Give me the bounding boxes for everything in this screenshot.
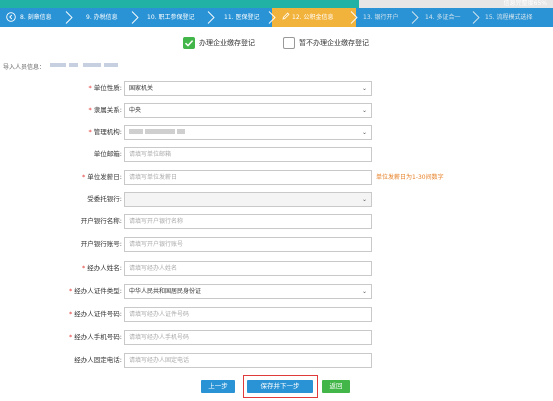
chevron-right-icon xyxy=(472,11,480,24)
affiliation-select[interactable]: 中央 ⌄ xyxy=(124,103,372,118)
bank-account-label: 开户银行账号: xyxy=(80,240,122,248)
unit-nature-label: 单位性质: xyxy=(93,84,122,92)
step-bank-account[interactable]: 13. 银行开户 xyxy=(363,8,398,27)
register-option-label[interactable]: 办理企业缴存登记 xyxy=(199,37,255,49)
operator-name-label: 经办人姓名: xyxy=(87,264,122,272)
row-unit-nature: * 单位性质: 国家机关 ⌄ xyxy=(0,81,553,96)
row-bank-account: 开户银行账号: 请填写开户银行账号 xyxy=(0,237,553,252)
operator-phone-input[interactable]: 请填写经办人固定电话 xyxy=(124,353,372,368)
unit-email-input[interactable]: 请填写单位邮箱 xyxy=(124,147,372,162)
register-checkbox[interactable] xyxy=(183,37,195,49)
chevron-right-icon xyxy=(131,11,139,24)
row-payday: * 单位发薪日: 请填写单位发薪日 单位发薪日为1-30间数字 xyxy=(0,170,553,185)
step-medical-insurance[interactable]: 11. 医保登记 xyxy=(224,8,259,27)
operator-name-input[interactable]: 请填写经办人姓名 xyxy=(124,261,372,276)
trust-bank-label: 受委托银行: xyxy=(87,195,122,203)
chevron-down-icon: ⌄ xyxy=(361,288,367,295)
payday-input[interactable]: 请填写单位发薪日 xyxy=(124,170,372,185)
bank-name-input[interactable]: 请填写开户银行名称 xyxy=(124,214,372,229)
step-employee-insurance[interactable]: 10. 职工参保登记 xyxy=(147,8,194,27)
affiliation-label: 隶属关系: xyxy=(93,106,122,114)
chevron-right-icon xyxy=(268,11,276,24)
row-bank-name: 开户银行名称: 请填写开户银行名称 xyxy=(0,214,553,229)
bank-name-label: 开户银行名称: xyxy=(80,217,122,225)
row-affiliation: * 隶属关系: 中央 ⌄ xyxy=(0,103,553,118)
edit-icon xyxy=(282,12,290,20)
redacted-text xyxy=(83,63,101,67)
row-unit-email: 单位邮箱: 请填写单位邮箱 xyxy=(0,147,553,162)
operator-id-no-label: 经办人证件号码: xyxy=(74,310,122,318)
chevron-right-icon xyxy=(65,11,73,24)
progress-fill xyxy=(0,0,360,8)
row-operator-mobile: * 经办人手机号码: 请填写经办人手机号码 xyxy=(0,330,553,345)
redacted-text xyxy=(50,63,66,67)
row-operator-id-no: * 经办人证件号码: 请填写经办人证件号码 xyxy=(0,307,553,322)
trust-bank-select[interactable]: ⌄ xyxy=(124,192,372,207)
no-register-checkbox[interactable] xyxy=(283,37,295,49)
management-org-select[interactable]: ⌄ xyxy=(124,125,372,140)
unit-email-label: 单位邮箱: xyxy=(93,150,122,158)
step-tax-info[interactable]: 9. 办税信息 xyxy=(86,8,118,27)
payday-label: 单位发薪日: xyxy=(87,173,122,181)
previous-step-button[interactable]: 上一步 xyxy=(201,380,235,393)
redacted-text xyxy=(129,129,143,134)
management-org-label: 管理机构: xyxy=(93,128,122,136)
operator-phone-label: 经办人固定电话: xyxy=(74,356,122,364)
row-management-org: * 管理机构: ⌄ xyxy=(0,125,553,140)
back-button[interactable]: 返回 xyxy=(322,380,350,393)
step-housing-fund-label: 12. 公积金信息 xyxy=(292,14,334,21)
chevron-down-icon: ⌄ xyxy=(361,107,367,114)
unit-nature-select[interactable]: 国家机关 ⌄ xyxy=(124,81,372,96)
chevron-right-icon xyxy=(411,11,419,24)
chevron-down-icon: ⌄ xyxy=(361,196,367,203)
save-and-next-button[interactable]: 保存并下一步 xyxy=(247,380,313,393)
step-process-mode[interactable]: 15. 流程模式选择 xyxy=(485,8,532,27)
row-operator-name: * 经办人姓名: 请填写经办人姓名 xyxy=(0,261,553,276)
redacted-text xyxy=(177,129,185,134)
chevron-down-icon: ⌄ xyxy=(361,85,367,92)
chevron-right-icon xyxy=(207,11,215,24)
row-operator-id-type: * 经办人证件类型: 中华人民共和国居民身份证 ⌄ xyxy=(0,284,553,299)
previous-steps-icon[interactable] xyxy=(6,12,16,22)
progress-text: 信息完整度65% xyxy=(503,0,547,7)
row-operator-phone: 经办人固定电话: 请填写经办人固定电话 xyxy=(0,353,553,368)
operator-id-type-label: 经办人证件类型: xyxy=(74,287,122,295)
step-housing-fund[interactable]: 12. 公积金信息 xyxy=(282,8,333,27)
row-trust-bank: 受委托银行: ⌄ xyxy=(0,192,553,207)
redacted-text xyxy=(145,129,175,134)
bank-account-input[interactable]: 请填写开户银行账号 xyxy=(124,237,372,252)
completeness-progress-bar: 信息完整度65% xyxy=(0,0,553,8)
operator-mobile-input[interactable]: 请填写经办人手机号码 xyxy=(124,330,372,345)
operator-id-no-input[interactable]: 请填写经办人证件号码 xyxy=(124,307,372,322)
chevron-down-icon: ⌄ xyxy=(361,129,367,136)
redacted-text xyxy=(104,63,118,67)
chevron-right-icon xyxy=(350,11,358,24)
operator-id-type-select[interactable]: 中华人民共和国居民身份证 ⌄ xyxy=(124,284,372,299)
redacted-text xyxy=(69,63,78,67)
import-personnel-label: 导入人员信息： xyxy=(3,64,46,71)
operator-mobile-label: 经办人手机号码: xyxy=(74,333,122,341)
no-register-option-label[interactable]: 暂不办理企业缴存登记 xyxy=(299,37,369,49)
payday-hint: 单位发薪日为1-30间数字 xyxy=(376,174,444,181)
step-multi-certificate[interactable]: 14. 多证合一 xyxy=(425,8,460,27)
step-seal-info[interactable]: 8. 刻章信息 xyxy=(20,8,52,27)
check-icon xyxy=(184,40,194,47)
